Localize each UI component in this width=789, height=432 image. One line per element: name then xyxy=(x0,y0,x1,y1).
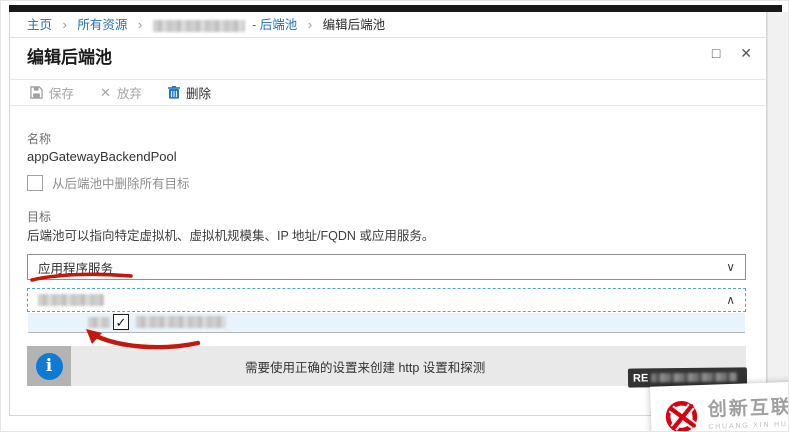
watermark-text: 创新互联 CHUANG XIN HU LIAN xyxy=(707,391,789,431)
save-floppy-icon xyxy=(30,86,43,99)
discard-button[interactable]: ✕ 放弃 xyxy=(100,83,142,102)
delete-trash-icon xyxy=(167,86,180,99)
target-description: 后端池可以指向特定虚拟机、虚拟机规模集、IP 地址/FQDN 或应用服务。 xyxy=(27,229,435,243)
watermark-brand: 创新互联 xyxy=(707,396,789,421)
remove-all-targets-row: 从后端池中删除所有目标 xyxy=(27,173,190,192)
name-value: appGatewayBackendPool xyxy=(27,149,177,164)
app-service-combobox[interactable]: ∧ xyxy=(27,288,746,312)
option-checkbox-checked[interactable]: ✓ xyxy=(113,314,129,330)
screenshot-stage: 主页 › 所有资源 › - 后端池 › 编辑后端池 编辑后端池 □ ✕ 保存 ✕… xyxy=(0,0,789,432)
info-icon-cell: i xyxy=(27,346,71,386)
remove-all-targets-label: 从后端池中删除所有目标 xyxy=(52,177,190,191)
delete-button-label: 删除 xyxy=(185,87,211,101)
chevron-up-icon: ∧ xyxy=(726,293,735,307)
badge-visible-text: RE xyxy=(632,371,649,385)
app-service-option-row[interactable]: ✓ xyxy=(28,313,745,333)
discard-x-icon: ✕ xyxy=(100,84,111,100)
save-button-label: 保存 xyxy=(49,87,75,101)
breadcrumb-all-resources-link[interactable]: 所有资源 xyxy=(77,18,127,32)
watermark-card: 创新互联 CHUANG XIN HU LIAN xyxy=(649,381,789,431)
target-type-select[interactable]: 应用程序服务 ∨ xyxy=(27,254,746,280)
breadcrumb-home-link[interactable]: 主页 xyxy=(27,18,52,32)
breadcrumb-resource-name-redacted xyxy=(152,19,245,32)
breadcrumb-separator-icon: › xyxy=(62,17,67,32)
breadcrumb-backend-pools-link[interactable]: - 后端池 xyxy=(252,18,297,32)
target-label: 目标 xyxy=(27,210,52,224)
maximize-icon[interactable]: □ xyxy=(712,45,720,61)
check-icon: ✓ xyxy=(115,315,127,330)
badge-text-redacted xyxy=(651,372,738,383)
command-toolbar: 保存 ✕ 放弃 删除 xyxy=(10,79,766,106)
page-title: 编辑后端池 xyxy=(27,48,112,67)
option-text-redacted xyxy=(136,316,226,328)
breadcrumb: 主页 › 所有资源 › - 后端池 › 编辑后端池 xyxy=(10,12,766,38)
option-text-redacted xyxy=(88,317,110,328)
brand-cx-logo-icon xyxy=(665,401,698,431)
breadcrumb-current-page: 编辑后端池 xyxy=(322,18,386,32)
watermark-brand-sub: CHUANG XIN HU LIAN xyxy=(708,420,788,431)
delete-button[interactable]: 删除 xyxy=(167,83,211,102)
edit-backend-pool-panel: 主页 › 所有资源 › - 后端池 › 编辑后端池 编辑后端池 □ ✕ 保存 ✕… xyxy=(9,12,767,416)
window-controls: □ ✕ xyxy=(696,45,752,62)
chevron-down-icon: ∨ xyxy=(726,260,735,274)
name-label: 名称 xyxy=(27,132,52,146)
discard-button-label: 放弃 xyxy=(116,87,142,101)
info-icon: i xyxy=(35,352,63,380)
info-message: 需要使用正确的设置来创建 http 设置和探测 xyxy=(245,360,486,375)
close-icon[interactable]: ✕ xyxy=(740,45,752,61)
app-service-combobox-value-redacted xyxy=(38,294,104,306)
right-gutter xyxy=(767,12,788,431)
breadcrumb-separator-icon: › xyxy=(137,17,143,32)
breadcrumb-separator-icon: › xyxy=(307,17,313,32)
remove-all-targets-checkbox[interactable] xyxy=(27,174,43,191)
window-top-accent-bar xyxy=(9,5,782,12)
target-type-selected-value: 应用程序服务 xyxy=(38,261,114,276)
save-button[interactable]: 保存 xyxy=(30,83,74,102)
